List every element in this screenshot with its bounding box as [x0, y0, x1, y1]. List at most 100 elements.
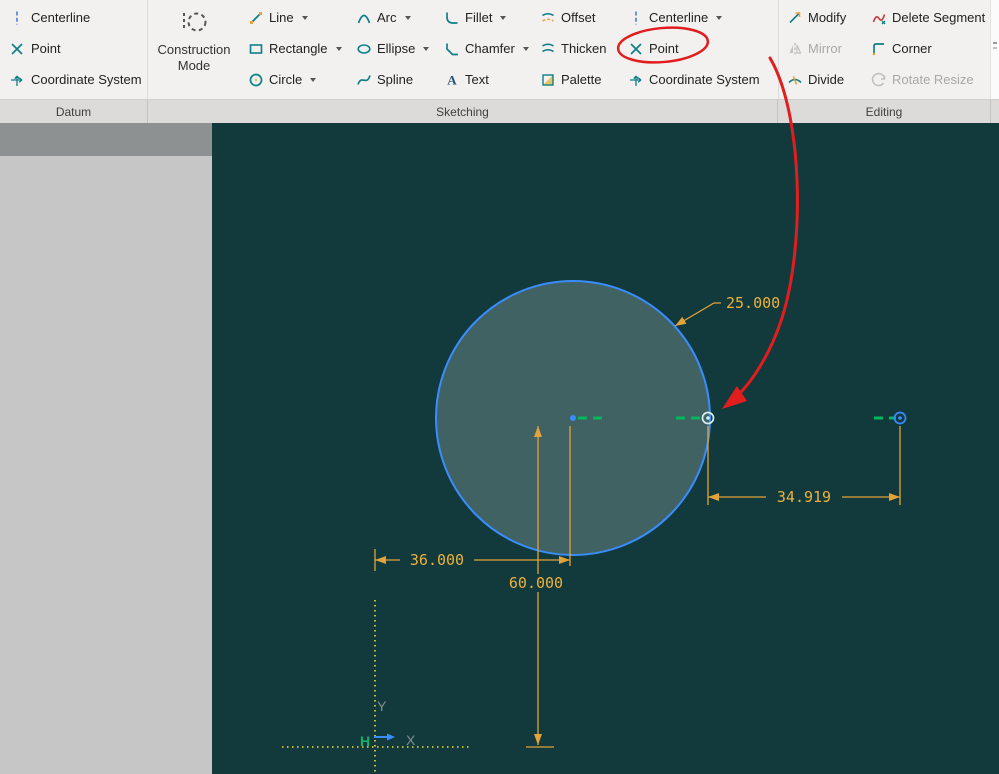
arc-icon [356, 10, 372, 26]
delete-segment-label: Delete Segment [892, 10, 985, 25]
spline-icon [356, 72, 372, 88]
datum-centerline-label: Centerline [31, 10, 90, 25]
rectangle-button[interactable]: Rectangle [240, 33, 348, 64]
coordinate-system-label: Coordinate System [649, 72, 760, 87]
group-label-datum: Datum [0, 100, 148, 123]
coordinate-system-button[interactable]: Coordinate System [620, 64, 778, 95]
chevron-down-icon[interactable] [716, 16, 722, 20]
line-icon [248, 10, 264, 26]
point-label: Point [649, 41, 679, 56]
fillet-button[interactable]: Fillet [436, 2, 532, 33]
ribbon-group-label-strip: Datum Sketching Editing [0, 99, 999, 123]
reference-point[interactable] [895, 413, 906, 424]
ellipse-icon [356, 41, 372, 57]
centerline-label: Centerline [649, 10, 708, 25]
radius-dimension-value[interactable]: 25.000 [726, 294, 780, 312]
line-button[interactable]: Line [240, 2, 348, 33]
sketch-graphics: 25.000 34.919 36.000 60.000 Y X H [212, 123, 999, 774]
centerline-icon [628, 10, 644, 26]
palette-icon [540, 72, 556, 88]
line-label: Line [269, 10, 294, 25]
point-distance-dimension-value[interactable]: 34.919 [777, 488, 831, 506]
text-button[interactable]: A Text [436, 64, 532, 95]
origin-label: H [360, 733, 370, 749]
datum-coordinate-system-label: Coordinate System [31, 72, 142, 87]
palette-button[interactable]: Palette [532, 64, 620, 95]
svg-text:A: A [447, 72, 457, 87]
application-window: Centerline Point Coordinate System Const… [0, 0, 999, 774]
thicken-button[interactable]: Thicken [532, 33, 620, 64]
chevron-down-icon[interactable] [523, 47, 529, 51]
x-axis-label: X [406, 732, 416, 748]
mirror-icon [787, 41, 803, 57]
point-icon [9, 41, 25, 57]
modify-icon [787, 10, 803, 26]
divide-button[interactable]: Divide [779, 64, 863, 95]
construction-mode-button[interactable]: Construction Mode [148, 0, 240, 99]
chamfer-button[interactable]: Chamfer [436, 33, 532, 64]
circle-label: Circle [269, 72, 302, 87]
group-label-sketching: Sketching [148, 100, 778, 123]
centerline-icon [9, 10, 25, 26]
editing-group: Modify Delete Segment Mirror Corner [778, 0, 991, 99]
chevron-down-icon[interactable] [336, 47, 342, 51]
delete-segment-button[interactable]: Delete Segment [863, 2, 984, 33]
text-icon: A [444, 72, 460, 88]
offset-icon [540, 10, 556, 26]
modify-button[interactable]: Modify [779, 2, 863, 33]
rectangle-icon [248, 41, 264, 57]
chevron-down-icon[interactable] [423, 47, 429, 51]
spline-label: Spline [377, 72, 413, 87]
point-icon [628, 41, 644, 57]
chamfer-label: Chamfer [465, 41, 515, 56]
corner-icon [871, 41, 887, 57]
fillet-label: Fillet [465, 10, 492, 25]
x-offset-dimension-value[interactable]: 36.000 [410, 551, 464, 569]
sketching-group: Line Arc Fillet Offset [240, 0, 778, 99]
sketch-canvas[interactable]: 25.000 34.919 36.000 60.000 Y X H [212, 123, 999, 774]
mirror-label: Mirror [808, 41, 842, 56]
ellipse-button[interactable]: Ellipse [348, 33, 436, 64]
group-label-editing: Editing [778, 100, 991, 123]
datum-point-button[interactable]: Point [0, 33, 147, 64]
datum-coordinate-system-button[interactable]: Coordinate System [0, 64, 147, 95]
divide-label: Divide [808, 72, 844, 87]
chevron-down-icon[interactable] [302, 16, 308, 20]
ribbon: Centerline Point Coordinate System Const… [0, 0, 999, 99]
model-tree-panel[interactable] [0, 123, 212, 774]
rotate-resize-button: Rotate Resize [863, 64, 984, 95]
mirror-button: Mirror [779, 33, 863, 64]
palette-label: Palette [561, 72, 601, 87]
datum-group: Centerline Point Coordinate System [0, 0, 148, 99]
datum-point-label: Point [31, 41, 61, 56]
point-button[interactable]: Point [620, 33, 778, 64]
chamfer-icon [444, 41, 460, 57]
model-tree-panel-header [0, 123, 212, 156]
construction-mode-label: Construction Mode [148, 42, 240, 75]
divide-icon [787, 72, 803, 88]
thicken-icon [540, 41, 556, 57]
y-offset-dimension-value[interactable]: 60.000 [509, 574, 563, 592]
chevron-down-icon[interactable] [310, 78, 316, 82]
corner-button[interactable]: Corner [863, 33, 984, 64]
offset-label: Offset [561, 10, 595, 25]
y-axis-label: Y [377, 698, 387, 714]
thicken-label: Thicken [561, 41, 607, 56]
chevron-down-icon[interactable] [405, 16, 411, 20]
datum-centerline-button[interactable]: Centerline [0, 2, 147, 33]
chevron-down-icon[interactable] [500, 16, 506, 20]
circle-center-point[interactable] [570, 415, 576, 421]
rotate-resize-icon [871, 72, 887, 88]
fillet-icon [444, 10, 460, 26]
coordinate-system-icon [9, 72, 25, 88]
construction-mode-icon [177, 5, 211, 39]
offset-button[interactable]: Offset [532, 2, 620, 33]
ellipse-label: Ellipse [377, 41, 415, 56]
circle-button[interactable]: Circle [240, 64, 348, 95]
modify-label: Modify [808, 10, 846, 25]
centerline-button[interactable]: Centerline [620, 2, 778, 33]
arc-button[interactable]: Arc [348, 2, 436, 33]
ribbon-overflow-control[interactable] [990, 0, 999, 99]
spline-button[interactable]: Spline [348, 64, 436, 95]
origin-marker [374, 734, 395, 741]
